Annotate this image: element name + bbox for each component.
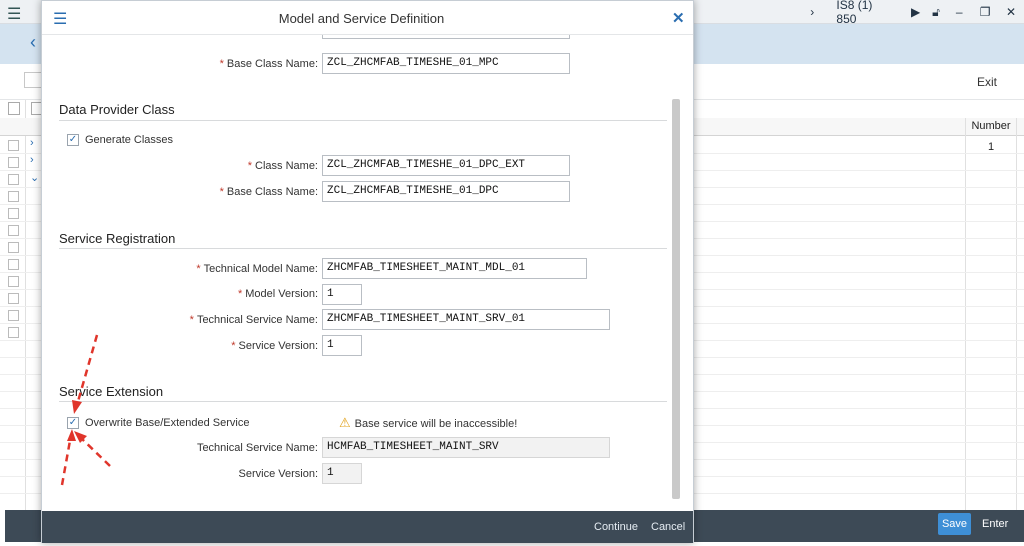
close-window-icon[interactable]: ✕ [998, 5, 1024, 19]
generate-classes-checkbox[interactable]: ✓ [67, 134, 79, 146]
dpc-section-title: Data Provider Class [59, 102, 175, 117]
mpc-base-class-input[interactable]: ZCL_ZHCMFAB_TIMESHE_01_MPC [322, 53, 570, 74]
scrollbar[interactable] [672, 99, 680, 499]
dpc-class-input[interactable]: ZCL_ZHCMFAB_TIMESHE_01_DPC_EXT [322, 155, 570, 176]
row-checkbox[interactable] [8, 208, 19, 219]
ext-service-version-input: 1 [322, 463, 362, 484]
required-marker: * [219, 58, 224, 70]
warning-icon: ⚠ [339, 415, 351, 430]
class-name-field-partial[interactable] [322, 35, 570, 39]
section-divider [59, 401, 667, 402]
required-marker: * [237, 288, 243, 300]
expand-icon[interactable]: › [30, 154, 34, 166]
dialog-title: Model and Service Definition [278, 11, 445, 26]
cancel-button[interactable]: Cancel [651, 521, 685, 533]
registration-section-title: Service Registration [59, 231, 176, 246]
save-button[interactable]: Save [938, 513, 971, 535]
title-bar-controls: › IS8 (1) 850 ▶ 🔓︎ – ❐ ✕ [802, 0, 1024, 26]
model-service-dialog: ☰ Model and Service Definition ✕ * Base C… [41, 0, 694, 543]
required-marker: * [247, 160, 253, 172]
dialog-footer: Continue Cancel [42, 511, 693, 543]
row-checkbox[interactable] [8, 259, 19, 270]
mpc-base-class-label: * Base Class Name: [219, 58, 318, 70]
play-icon[interactable]: ▶ [905, 5, 925, 19]
row-checkbox[interactable] [8, 327, 19, 338]
dpc-base-class-input[interactable]: ZCL_ZHCMFAB_TIMESHE_01_DPC [322, 181, 570, 202]
section-divider [59, 120, 667, 121]
close-icon[interactable]: ✕ [672, 9, 685, 27]
required-marker: * [196, 263, 201, 275]
extension-section-title: Service Extension [59, 384, 164, 399]
ext-tech-service-input: HCMFAB_TIMESHEET_MAINT_SRV [322, 437, 610, 458]
expand-icon[interactable]: › [30, 137, 34, 149]
tech-service-input[interactable]: ZHCMFAB_TIMESHEET_MAINT_SRV_01 [322, 309, 610, 330]
row-checkbox[interactable] [8, 174, 19, 185]
row-checkbox[interactable] [8, 140, 19, 151]
row-checkbox[interactable] [8, 310, 19, 321]
model-version-label: * Model Version: [237, 288, 318, 300]
row-checkbox[interactable] [8, 276, 19, 287]
toolbar-field[interactable] [24, 72, 42, 88]
dialog-body: * Base Class Name: ZCL_ZHCMFAB_TIMESHE_01… [42, 35, 693, 511]
system-id: IS8 (1) 850 [836, 0, 873, 26]
continue-button[interactable]: Continue [594, 521, 638, 533]
menu-icon[interactable]: ☰ [7, 4, 21, 24]
restore-icon[interactable]: ❐ [972, 5, 998, 19]
dpc-class-label: * Class Name: [247, 160, 318, 172]
generate-classes-label: Generate Classes [85, 134, 174, 146]
select-all-icon[interactable] [8, 102, 20, 115]
tech-model-label: * Technical Model Name: [196, 263, 318, 275]
back-icon[interactable]: ‹ [30, 32, 36, 53]
overwrite-service-label: Overwrite Base/Extended Service [85, 417, 250, 429]
row-checkbox[interactable] [8, 242, 19, 253]
required-marker: * [189, 314, 194, 326]
service-version-label: * Service Version: [231, 340, 318, 352]
exit-button[interactable]: Exit [977, 75, 997, 89]
row-checkbox[interactable] [8, 225, 19, 236]
chevron-right-icon[interactable]: › [802, 5, 822, 19]
warning-message: ⚠ Base service will be inaccessible! [339, 415, 518, 430]
ext-service-version-label: Service Version: [238, 468, 318, 480]
model-version-input[interactable]: 1 [322, 284, 362, 305]
collapse-row-icon[interactable]: ⌄ [30, 171, 39, 184]
number-column-header[interactable]: Number [965, 120, 1017, 132]
ext-tech-service-label: Technical Service Name: [196, 442, 318, 454]
tech-service-label: * Technical Service Name: [189, 314, 318, 326]
tech-model-input[interactable]: ZHCMFAB_TIMESHEET_MAINT_MDL_01 [322, 258, 587, 279]
lock-icon[interactable]: 🔓︎ [926, 5, 946, 20]
row-checkbox[interactable] [8, 157, 19, 168]
overwrite-service-checkbox[interactable]: ✓ [67, 417, 79, 429]
enter-button[interactable]: Enter [982, 513, 1008, 535]
row-checkbox[interactable] [8, 191, 19, 202]
required-marker: * [231, 340, 236, 352]
row-checkbox[interactable] [8, 293, 19, 304]
dialog-header: ☰ Model and Service Definition ✕ [42, 1, 693, 35]
dpc-base-class-label: * Base Class Name: [219, 186, 318, 198]
service-version-input[interactable]: 1 [322, 335, 362, 356]
minimize-icon[interactable]: – [946, 5, 972, 19]
section-divider [59, 248, 667, 249]
required-marker: * [219, 186, 224, 198]
